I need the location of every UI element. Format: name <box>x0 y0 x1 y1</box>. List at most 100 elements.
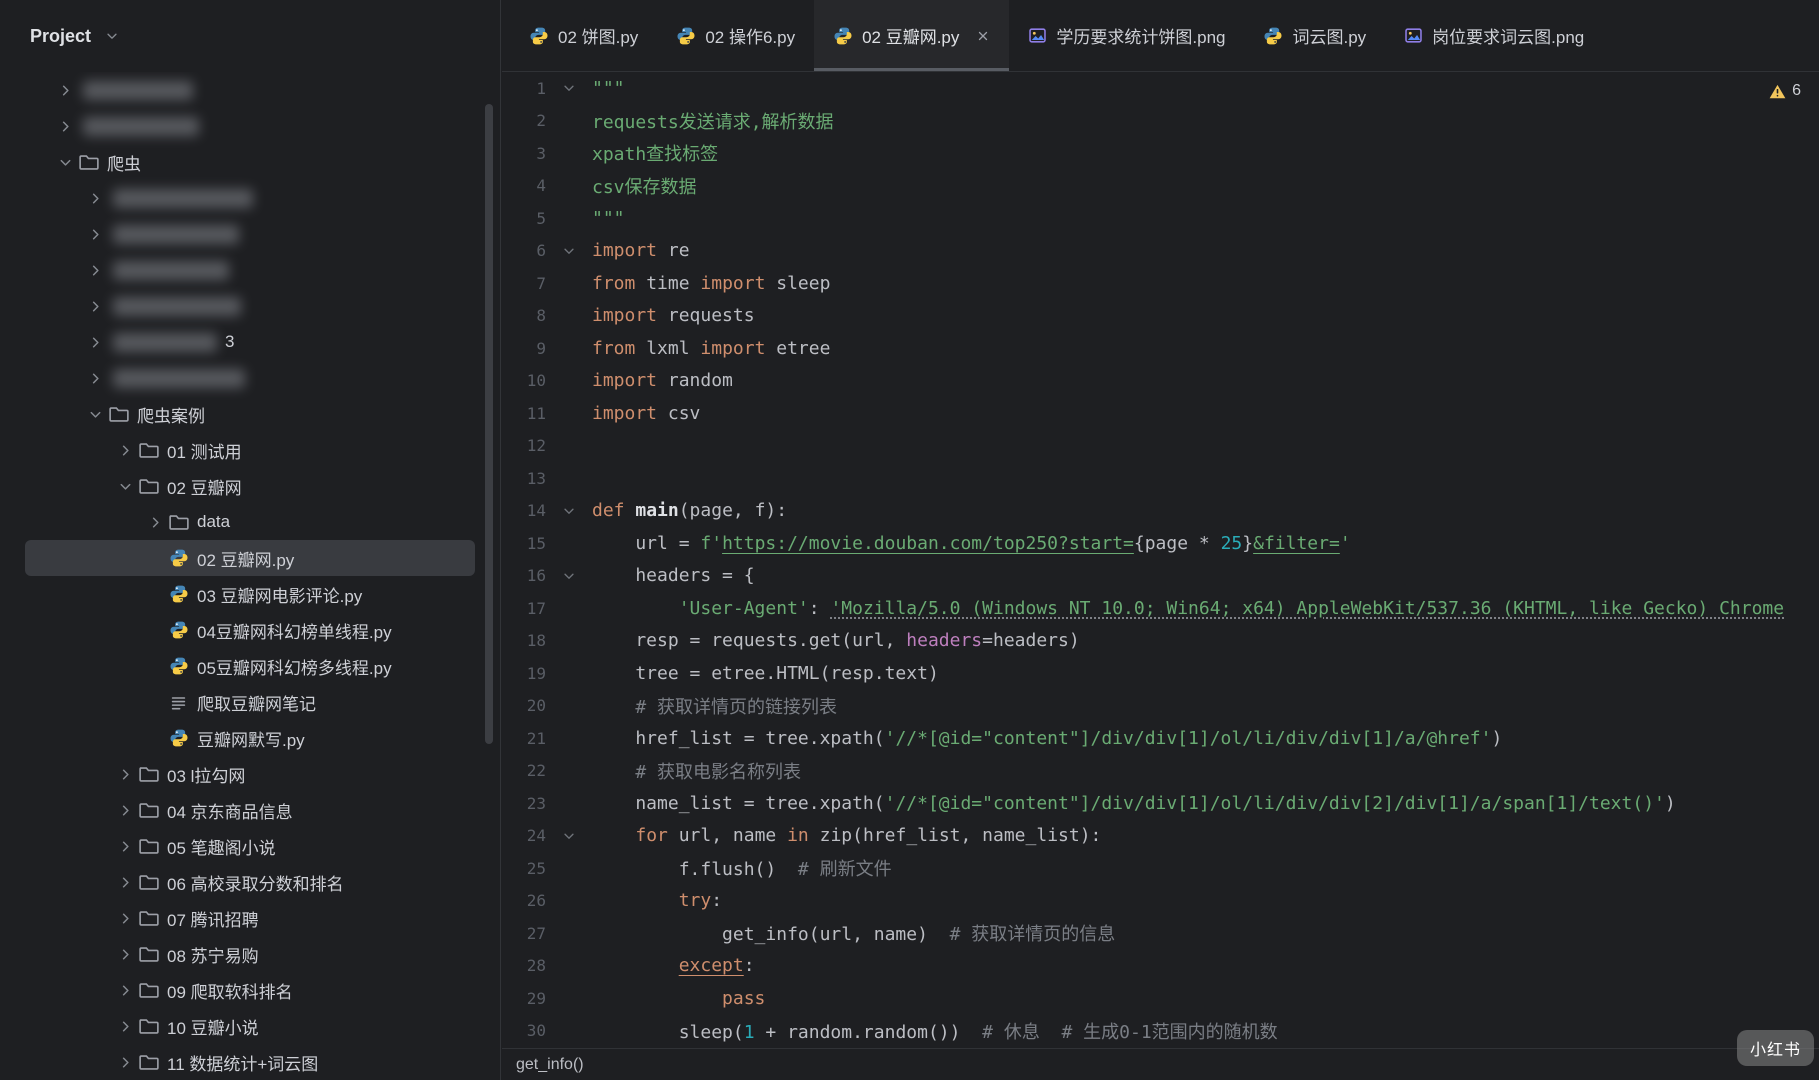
tree-item-file[interactable]: 爬取豆瓣网笔记 <box>25 684 475 720</box>
chevron-right-icon[interactable] <box>83 222 107 246</box>
code-line[interactable]: 4 csv保存数据 <box>502 170 1819 203</box>
code-line[interactable]: 19 tree = etree.HTML(resp.text) <box>502 657 1819 690</box>
line-number[interactable]: 5 <box>502 209 546 228</box>
tree-item-folder[interactable]: 05 笔趣阁小说 <box>25 828 475 864</box>
line-number[interactable]: 16 <box>502 566 546 585</box>
fold-chevron-icon[interactable] <box>546 504 592 518</box>
line-number[interactable]: 19 <box>502 664 546 683</box>
chevron-right-icon[interactable] <box>113 906 137 930</box>
chevron-right-icon[interactable] <box>113 1050 137 1074</box>
line-number[interactable]: 1 <box>502 79 546 98</box>
chevron-right-icon[interactable] <box>143 510 167 534</box>
code-line[interactable]: 12 <box>502 430 1819 463</box>
line-number[interactable]: 27 <box>502 924 546 943</box>
tree-item-folder[interactable] <box>25 252 475 288</box>
tree-item-file[interactable]: 03 豆瓣网电影评论.py <box>25 576 475 612</box>
code-line[interactable]: 15 url = f'https://movie.douban.com/top2… <box>502 527 1819 560</box>
editor-tab[interactable]: 岗位要求词云图.png <box>1385 0 1603 71</box>
code-editor[interactable]: 1 """ 2 requests发送请求,解析数据 3 xpath查找标签 4 csv保存数据… <box>502 72 1819 1048</box>
chevron-right-icon[interactable] <box>53 114 77 138</box>
code-line[interactable]: 24 for url, name in zip(href_list, name_… <box>502 820 1819 853</box>
code-line[interactable]: 25 f.flush() # 刷新文件 <box>502 852 1819 885</box>
line-number[interactable]: 4 <box>502 176 546 195</box>
tree-item-folder[interactable] <box>25 216 475 252</box>
chevron-right-icon[interactable] <box>83 294 107 318</box>
tree-item-file[interactable]: 04豆瓣网科幻榜单线程.py <box>25 612 475 648</box>
code-line[interactable]: 14 def main(page, f): <box>502 495 1819 528</box>
line-number[interactable]: 11 <box>502 404 546 423</box>
fold-chevron-icon[interactable] <box>546 569 592 583</box>
line-number[interactable]: 7 <box>502 274 546 293</box>
sidebar-scrollbar[interactable] <box>485 104 493 744</box>
code-line[interactable]: 1 """ <box>502 72 1819 105</box>
line-number[interactable]: 20 <box>502 696 546 715</box>
chevron-right-icon[interactable] <box>113 834 137 858</box>
chevron-right-icon[interactable] <box>113 978 137 1002</box>
line-number[interactable]: 28 <box>502 956 546 975</box>
tree-item-folder[interactable]: 08 苏宁易购 <box>25 936 475 972</box>
chevron-right-icon[interactable] <box>83 366 107 390</box>
code-line[interactable]: 9 from lxml import etree <box>502 332 1819 365</box>
line-number[interactable]: 23 <box>502 794 546 813</box>
code-line[interactable]: 21 href_list = tree.xpath('//*[@id="cont… <box>502 722 1819 755</box>
code-line[interactable]: 29 pass <box>502 982 1819 1015</box>
tree-item-folder[interactable]: 06 高校录取分数和排名 <box>25 864 475 900</box>
chevron-down-icon[interactable] <box>113 474 137 498</box>
line-number[interactable]: 13 <box>502 469 546 488</box>
chevron-down-icon[interactable] <box>83 402 107 426</box>
tree-item-folder[interactable] <box>25 180 475 216</box>
line-number[interactable]: 14 <box>502 501 546 520</box>
code-line[interactable]: 3 xpath查找标签 <box>502 137 1819 170</box>
line-number[interactable]: 29 <box>502 989 546 1008</box>
close-icon[interactable] <box>976 29 990 43</box>
tree-item-folder[interactable]: 11 数据统计+词云图 <box>25 1044 475 1080</box>
tree-item-folder[interactable]: data <box>25 504 475 540</box>
chevron-right-icon[interactable] <box>53 78 77 102</box>
line-number[interactable]: 8 <box>502 306 546 325</box>
editor-tab[interactable]: 02 操作6.py <box>657 0 814 71</box>
code-line[interactable]: 23 name_list = tree.xpath('//*[@id="cont… <box>502 787 1819 820</box>
code-line[interactable]: 11 import csv <box>502 397 1819 430</box>
tree-item-file[interactable]: 豆瓣网默写.py <box>25 720 475 756</box>
tree-item-folder[interactable]: 爬虫案例 <box>25 396 475 432</box>
code-line[interactable]: 18 resp = requests.get(url, headers=head… <box>502 625 1819 658</box>
code-line[interactable]: 22 # 获取电影名称列表 <box>502 755 1819 788</box>
code-line[interactable]: 5 """ <box>502 202 1819 235</box>
breadcrumb-item[interactable]: get_info() <box>508 1054 592 1076</box>
chevron-right-icon[interactable] <box>113 798 137 822</box>
fold-chevron-icon[interactable] <box>546 244 592 258</box>
line-number[interactable]: 24 <box>502 826 546 845</box>
code-line[interactable]: 6 import re <box>502 235 1819 268</box>
line-number[interactable]: 21 <box>502 729 546 748</box>
project-panel-title[interactable]: Project <box>30 26 91 47</box>
line-number[interactable]: 12 <box>502 436 546 455</box>
chevron-right-icon[interactable] <box>113 1014 137 1038</box>
tree-item-file[interactable]: 02 豆瓣网.py <box>25 540 475 576</box>
line-number[interactable]: 10 <box>502 371 546 390</box>
tree-item-folder[interactable]: 01 测试用 <box>25 432 475 468</box>
line-number[interactable]: 3 <box>502 144 546 163</box>
chevron-right-icon[interactable] <box>113 870 137 894</box>
chevron-right-icon[interactable] <box>113 762 137 786</box>
tree-item-folder[interactable]: 02 豆瓣网 <box>25 468 475 504</box>
tree-item-folder[interactable] <box>25 72 475 108</box>
code-line[interactable]: 10 import random <box>502 365 1819 398</box>
fold-chevron-icon[interactable] <box>546 81 592 95</box>
code-line[interactable]: 2 requests发送请求,解析数据 <box>502 105 1819 138</box>
chevron-right-icon[interactable] <box>83 330 107 354</box>
code-line[interactable]: 17 'User-Agent': 'Mozilla/5.0 (Windows N… <box>502 592 1819 625</box>
code-line[interactable]: 28 except: <box>502 950 1819 983</box>
tree-item-folder[interactable]: 3 <box>25 324 475 360</box>
code-line[interactable]: 30 sleep(1 + random.random()) # 休息 # 生成0… <box>502 1015 1819 1048</box>
tree-item-folder[interactable]: 10 豆瓣小说 <box>25 1008 475 1044</box>
tree-item-folder[interactable]: 03 l拉勾网 <box>25 756 475 792</box>
tree-item-folder[interactable] <box>25 360 475 396</box>
chevron-down-icon[interactable] <box>53 150 77 174</box>
fold-chevron-icon[interactable] <box>546 829 592 843</box>
line-number[interactable]: 25 <box>502 859 546 878</box>
code-line[interactable]: 26 try: <box>502 885 1819 918</box>
chevron-down-icon[interactable] <box>100 24 124 48</box>
tree-item-folder[interactable]: 09 爬取软科排名 <box>25 972 475 1008</box>
chevron-right-icon[interactable] <box>113 438 137 462</box>
editor-tab[interactable]: 学历要求统计饼图.png <box>1009 0 1244 71</box>
